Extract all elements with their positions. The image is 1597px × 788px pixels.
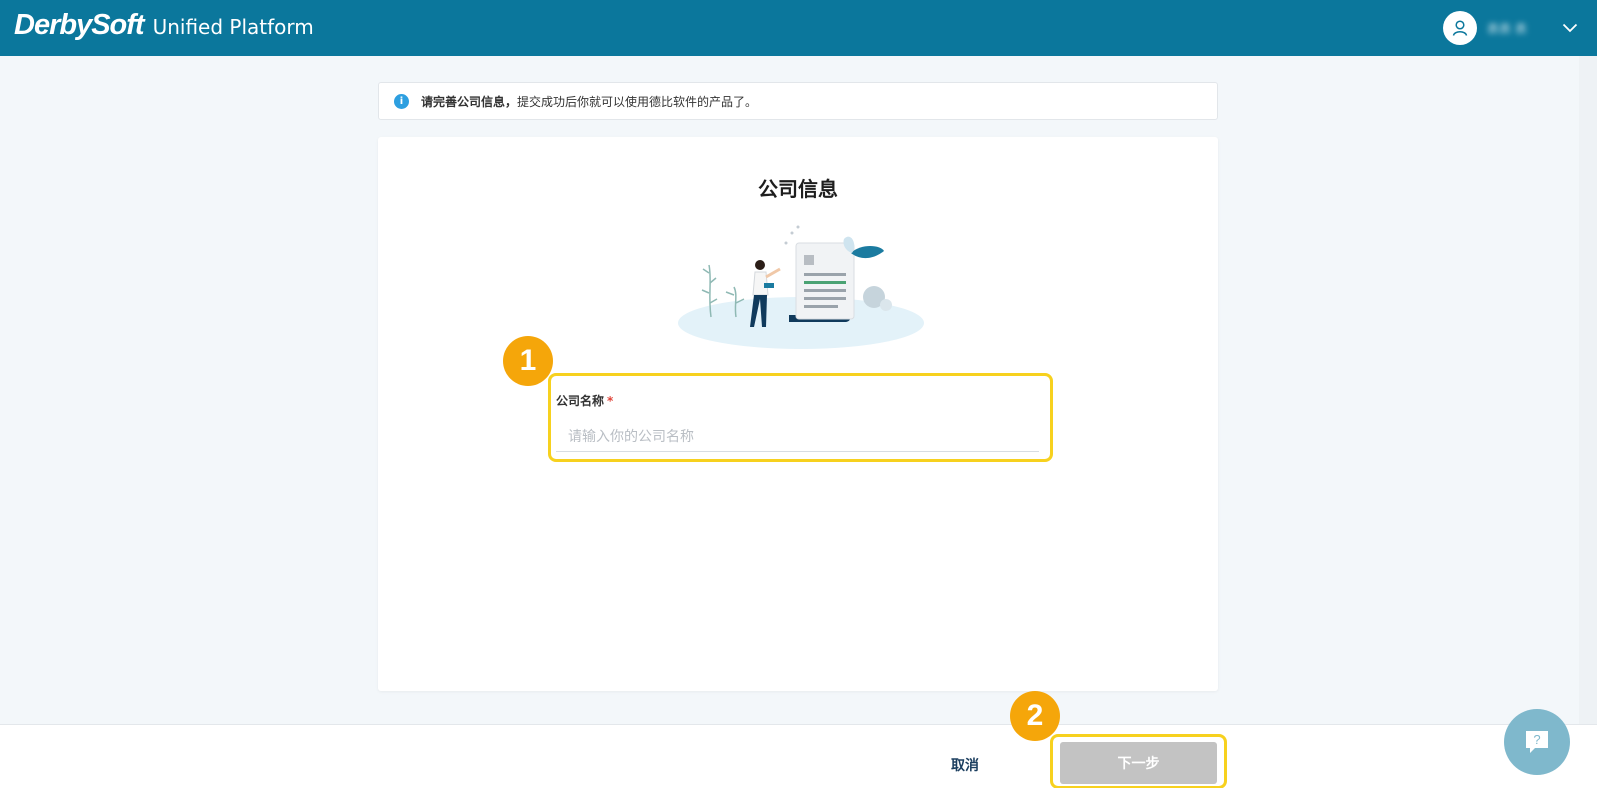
user-name[interactable]: 表表 表 bbox=[1487, 20, 1535, 37]
top-navbar: DerbySoft Unified Platform 表表 表 bbox=[0, 0, 1597, 56]
svg-text:?: ? bbox=[1533, 732, 1540, 747]
info-notice: i 请完善公司信息， 提交成功后你就可以使用德比软件的产品了。 bbox=[378, 82, 1218, 120]
brand[interactable]: DerbySoft Unified Platform bbox=[14, 9, 314, 45]
user-menu[interactable]: 表表 表 bbox=[1443, 8, 1585, 48]
scrollbar[interactable] bbox=[1579, 56, 1597, 786]
help-chat-icon: ? bbox=[1526, 731, 1548, 753]
user-icon[interactable] bbox=[1443, 11, 1477, 45]
notice-text: 提交成功后你就可以使用德比软件的产品了。 bbox=[517, 94, 758, 109]
step-badge-1: 1 bbox=[503, 336, 553, 386]
brand-logo: DerbySoft bbox=[14, 9, 145, 41]
help-button[interactable]: ? bbox=[1504, 709, 1570, 775]
product-name: Unified Platform bbox=[152, 15, 314, 39]
info-icon: i bbox=[394, 93, 409, 109]
cancel-button[interactable]: 取消 bbox=[930, 752, 1000, 778]
highlight-company-field bbox=[548, 373, 1053, 462]
footer-bar bbox=[0, 724, 1597, 788]
step-badge-2: 2 bbox=[1010, 691, 1060, 741]
chevron-down-icon[interactable] bbox=[1555, 13, 1585, 43]
page-title: 公司信息 bbox=[758, 177, 838, 201]
document-illustration bbox=[678, 225, 924, 349]
notice-bold-text: 请完善公司信息， bbox=[421, 94, 518, 109]
highlight-next-button bbox=[1050, 734, 1227, 788]
